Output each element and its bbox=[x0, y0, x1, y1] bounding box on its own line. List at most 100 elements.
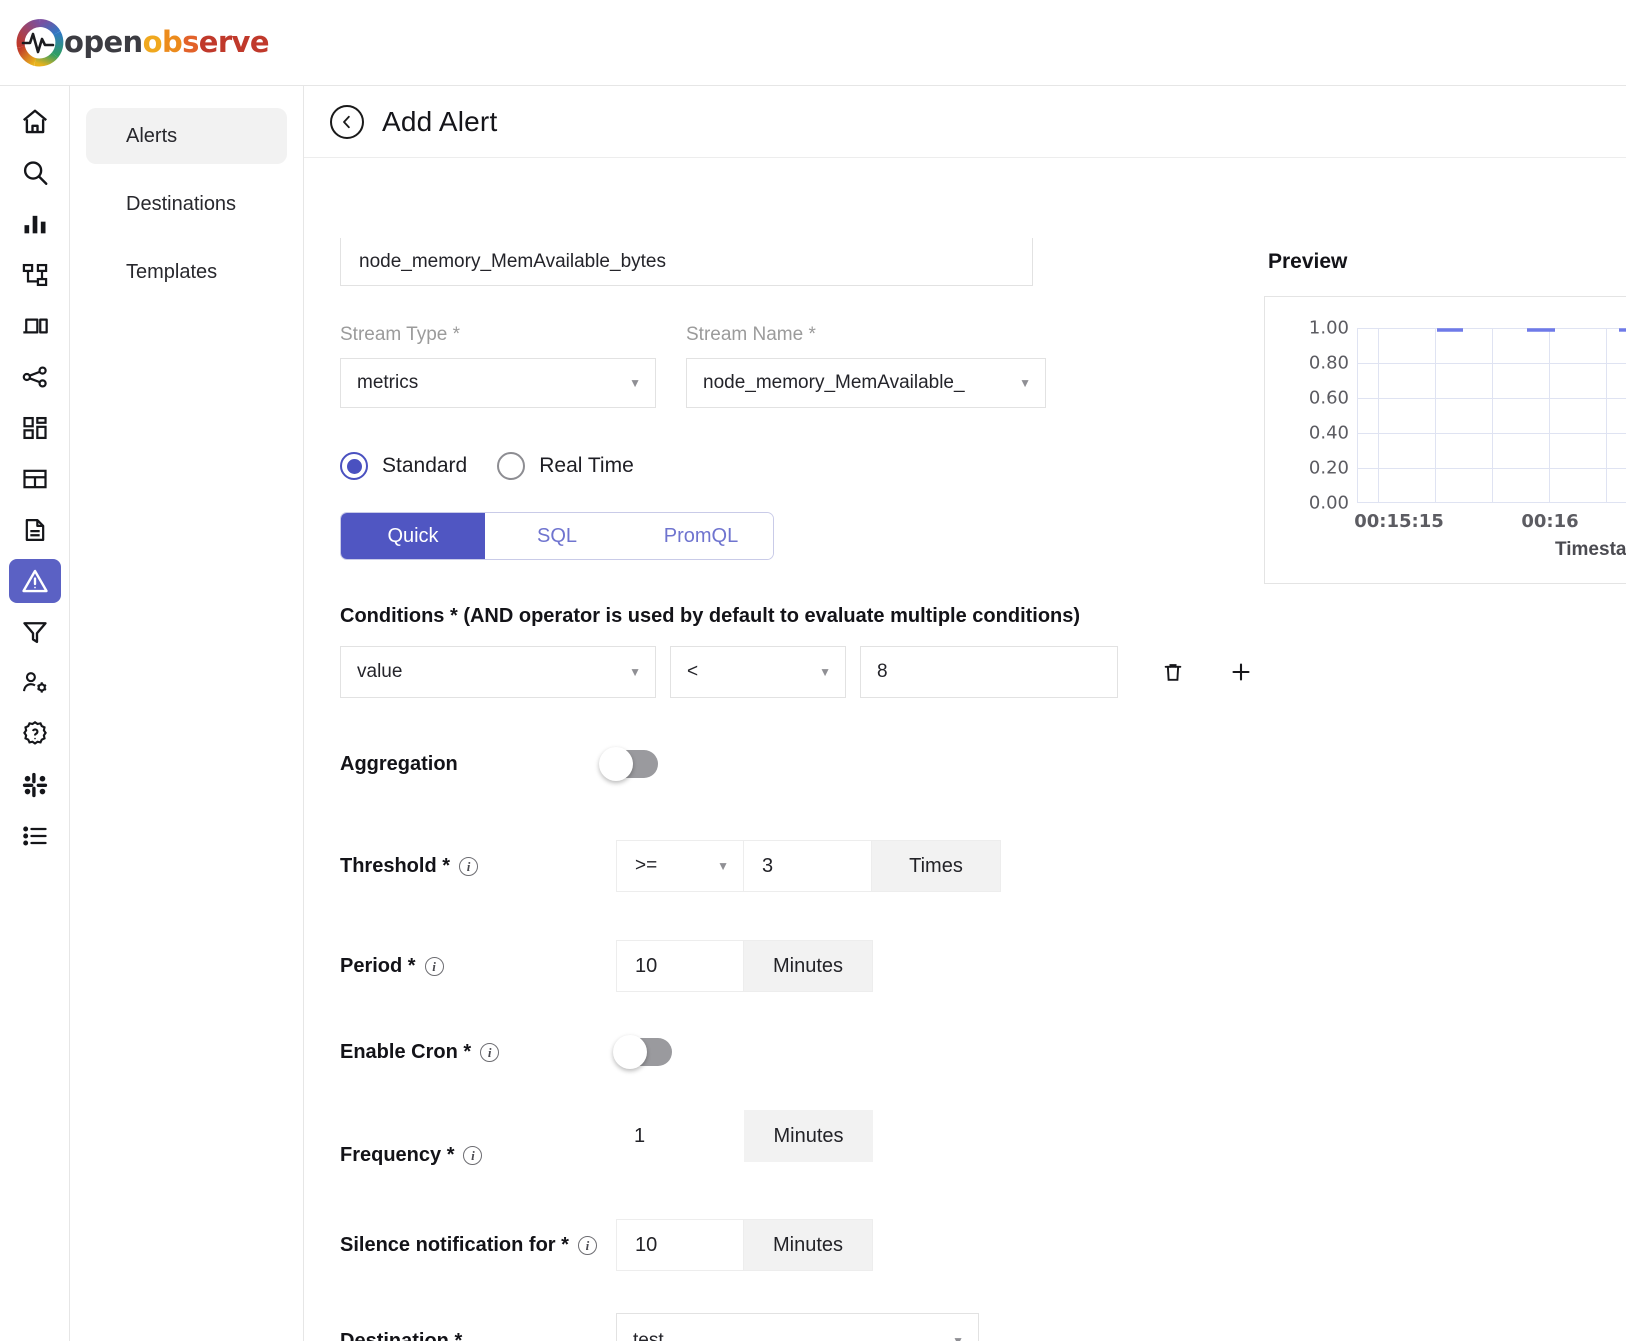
tab-promql-label: PromQL bbox=[664, 525, 738, 548]
rum-icon[interactable] bbox=[9, 304, 61, 348]
x-tick-label: 00:15:15 bbox=[1354, 511, 1444, 532]
iam-icon[interactable] bbox=[9, 661, 61, 705]
stream-type-group: Stream Type * metrics ▼ bbox=[340, 324, 656, 408]
preview-chart-box: 1.00 0.80 0.60 0.40 0.20 0.00 bbox=[1264, 296, 1626, 584]
info-icon[interactable]: i bbox=[578, 1236, 597, 1255]
y-tick-label: 0.80 bbox=[1279, 353, 1349, 374]
plus-icon[interactable] bbox=[1224, 655, 1258, 689]
tab-quick[interactable]: Quick bbox=[341, 513, 485, 559]
info-icon[interactable]: i bbox=[425, 957, 444, 976]
conditions-title: Conditions * (AND operator is used by de… bbox=[340, 605, 1260, 628]
silence-label: Silence notification for * bbox=[340, 1234, 569, 1257]
silence-unit: Minutes bbox=[744, 1219, 873, 1271]
y-tick-label: 0.00 bbox=[1279, 493, 1349, 514]
chevron-down-icon: ▼ bbox=[629, 377, 641, 389]
condition-field-select[interactable]: value ▼ bbox=[340, 646, 656, 698]
alerts-icon[interactable] bbox=[9, 559, 61, 603]
radio-real-time[interactable]: Real Time bbox=[497, 452, 634, 480]
destination-select[interactable]: test ▼ bbox=[616, 1313, 979, 1341]
chevron-left-circle-icon[interactable] bbox=[330, 105, 364, 139]
period-label: Period * bbox=[340, 955, 416, 978]
preview-chart: 1.00 0.80 0.60 0.40 0.20 0.00 bbox=[1265, 311, 1626, 541]
stream-fields: Stream Type * metrics ▼ Stream Name * no… bbox=[340, 324, 1260, 408]
bar-chart-icon[interactable] bbox=[9, 202, 61, 246]
tab-sql[interactable]: SQL bbox=[485, 513, 629, 559]
openobserve-logo-icon bbox=[14, 17, 66, 69]
stream-type-value: metrics bbox=[357, 372, 418, 394]
period-controls: 10 Minutes bbox=[616, 940, 873, 992]
functions-icon[interactable] bbox=[9, 610, 61, 654]
threshold-operator-select[interactable]: >= ▼ bbox=[616, 840, 744, 892]
page-title: Add Alert bbox=[382, 106, 497, 138]
period-value: 10 bbox=[635, 955, 657, 978]
frequency-label: Frequency * bbox=[340, 1144, 454, 1167]
radio-dot-icon bbox=[497, 452, 525, 480]
enable-cron-toggle[interactable] bbox=[616, 1038, 672, 1066]
radio-standard[interactable]: Standard bbox=[340, 452, 467, 480]
chevron-down-icon: ▼ bbox=[1019, 377, 1031, 389]
aggregation-label: Aggregation bbox=[340, 753, 458, 776]
sidebar-item-label: Templates bbox=[126, 261, 217, 284]
frequency-controls: 1 Minutes bbox=[616, 1110, 873, 1162]
threshold-value: 3 bbox=[762, 855, 773, 878]
help-gear-icon[interactable] bbox=[9, 712, 61, 756]
condition-value-input[interactable]: 8 bbox=[860, 646, 1118, 698]
enable-cron-label-wrap: Enable Cron * i bbox=[340, 1041, 616, 1064]
frequency-unit-label: Minutes bbox=[773, 1125, 843, 1148]
condition-operator-select[interactable]: < ▼ bbox=[670, 646, 846, 698]
home-icon[interactable] bbox=[9, 100, 61, 144]
silence-value-input[interactable]: 10 bbox=[616, 1219, 744, 1271]
destination-value: test bbox=[633, 1330, 664, 1341]
stream-type-select[interactable]: metrics ▼ bbox=[340, 358, 656, 408]
app-root: openobserve bbox=[0, 0, 1626, 1341]
aggregation-toggle[interactable] bbox=[602, 750, 658, 778]
preview-title: Preview bbox=[1268, 250, 1626, 274]
condition-row: value ▼ < ▼ 8 bbox=[340, 646, 1260, 698]
form-body: node_memory_MemAvailable_bytes Stream Ty… bbox=[304, 158, 1626, 1341]
threshold-label-wrap: Threshold * i bbox=[340, 855, 616, 878]
period-value-input[interactable]: 10 bbox=[616, 940, 744, 992]
sidebar-item-alerts[interactable]: Alerts bbox=[86, 108, 287, 164]
top-bar: openobserve bbox=[0, 0, 1626, 86]
app-logo[interactable]: openobserve bbox=[0, 17, 269, 69]
logo-wordmark: openobserve bbox=[64, 28, 269, 57]
alert-kind-radio-group: Standard Real Time bbox=[340, 452, 1260, 480]
reports-icon[interactable] bbox=[9, 508, 61, 552]
pipelines-icon[interactable] bbox=[9, 355, 61, 399]
streams-icon[interactable] bbox=[9, 457, 61, 501]
x-tick-label: 00:16 bbox=[1521, 511, 1578, 532]
silence-value: 10 bbox=[635, 1234, 657, 1257]
enable-cron-label: Enable Cron * bbox=[340, 1041, 471, 1064]
frequency-row: Frequency * i 1 Minutes bbox=[340, 1110, 1260, 1167]
alert-name-input[interactable]: node_memory_MemAvailable_bytes bbox=[340, 238, 1033, 286]
slack-icon[interactable] bbox=[9, 763, 61, 807]
frequency-value-input[interactable]: 1 bbox=[616, 1110, 744, 1162]
stream-name-select[interactable]: node_memory_MemAvailable_ ▼ bbox=[686, 358, 1046, 408]
info-icon[interactable]: i bbox=[480, 1043, 499, 1062]
info-icon[interactable]: i bbox=[459, 857, 478, 876]
sidebar-item-templates[interactable]: Templates bbox=[86, 244, 287, 300]
trash-icon[interactable] bbox=[1156, 655, 1190, 689]
chevron-down-icon: ▼ bbox=[819, 666, 831, 678]
sidebar-item-label: Alerts bbox=[126, 125, 177, 148]
silence-label-wrap: Silence notification for * i bbox=[340, 1234, 616, 1257]
traces-icon[interactable] bbox=[9, 253, 61, 297]
threshold-unit-label: Times bbox=[909, 855, 963, 878]
tab-promql[interactable]: PromQL bbox=[629, 513, 773, 559]
dashboards-icon[interactable] bbox=[9, 406, 61, 450]
x-axis-title: Timestamp bbox=[1555, 539, 1626, 561]
enable-cron-row: Enable Cron * i bbox=[340, 1038, 1260, 1066]
radio-standard-label: Standard bbox=[382, 454, 467, 478]
threshold-operator-value: >= bbox=[635, 855, 657, 877]
chevron-down-icon: ▼ bbox=[717, 860, 729, 872]
y-tick-label: 0.60 bbox=[1279, 388, 1349, 409]
search-icon[interactable] bbox=[9, 151, 61, 195]
about-list-icon[interactable] bbox=[9, 814, 61, 858]
sidebar-item-destinations[interactable]: Destinations bbox=[86, 176, 287, 232]
threshold-value-input[interactable]: 3 bbox=[744, 840, 872, 892]
query-mode-tabs: Quick SQL PromQL bbox=[340, 512, 774, 560]
logo-word-erve: erve bbox=[199, 25, 269, 59]
condition-operator-value: < bbox=[687, 661, 698, 683]
info-icon[interactable]: i bbox=[463, 1146, 482, 1165]
alert-name-value: node_memory_MemAvailable_bytes bbox=[359, 251, 666, 273]
